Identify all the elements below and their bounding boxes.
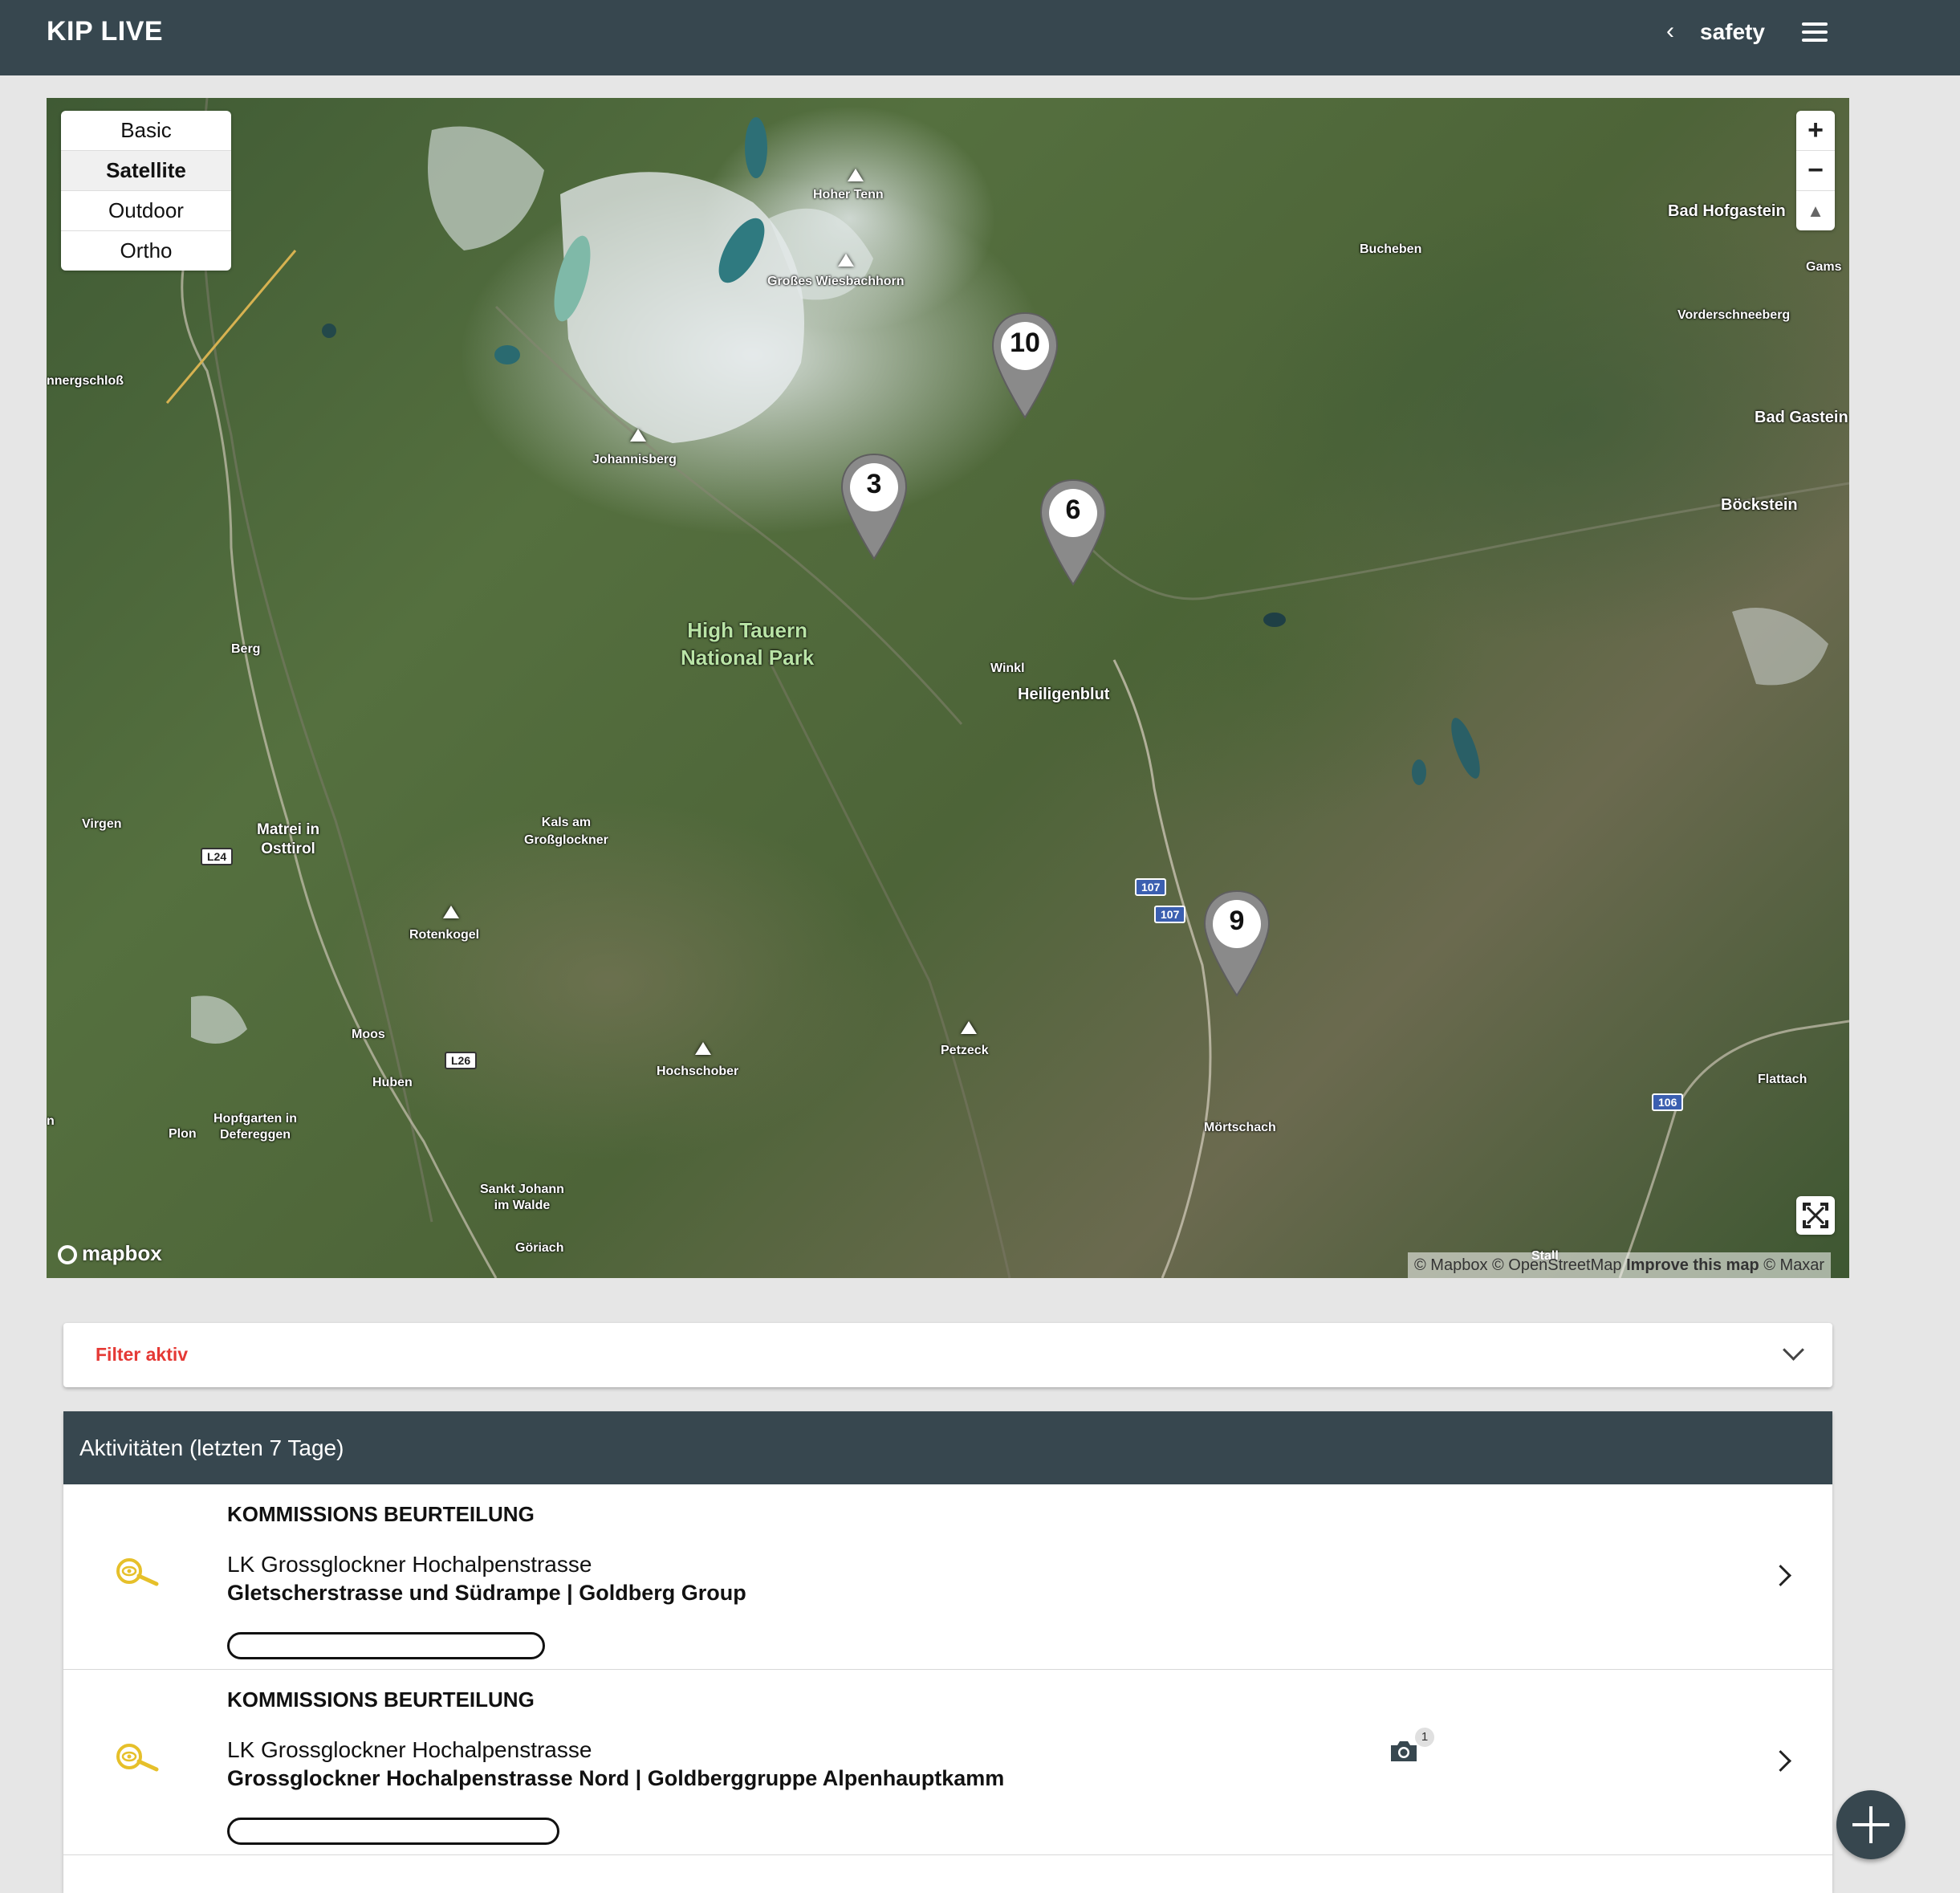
style-option-ortho[interactable]: Ortho [61,231,231,271]
activity-list-item[interactable]: KOMMISSIONS BEURTEILUNG LK Grossglockner… [63,1670,1832,1855]
national-park-label: High Tauern National Park [681,618,815,670]
improve-map-link[interactable]: Improve this map [1626,1256,1759,1274]
zoom-out-button[interactable]: − [1796,151,1835,191]
place-label: Bucheben [1360,242,1422,256]
chevron-right-icon[interactable] [1770,1750,1791,1772]
peak-icon [443,906,459,918]
top-app-bar: KIP LIVE ‹ safety [0,0,1960,75]
chevron-right-icon[interactable] [1770,1565,1791,1586]
place-label: Heiligenblut [1018,686,1110,703]
place-label: Bad Gastein [1755,409,1848,426]
style-option-basic[interactable]: Basic [61,111,231,151]
place-label: Plon [169,1127,197,1141]
cluster-marker[interactable]: 10 [990,311,1059,419]
map-attribution: © Mapbox © OpenStreetMap Improve this ma… [1408,1252,1832,1278]
road-shield: 107 [1154,906,1186,923]
map-view[interactable]: Basic Satellite Outdoor Ortho + − ▲ Hohe… [47,98,1849,1278]
place-label: Gams [1806,260,1842,274]
activity-list-item[interactable]: KOMMISSIONS BEURTEILUNG LK Grossglockner… [63,1484,1832,1670]
place-label: Böckstein [1721,496,1798,514]
filter-panel[interactable]: Filter aktiv [63,1323,1832,1387]
attribution-mapbox[interactable]: © Mapbox [1414,1256,1487,1274]
road-shield: L26 [445,1052,478,1069]
peak-icon [630,429,646,442]
activity-status-pill [227,1632,545,1659]
app-title: KIP LIVE [47,16,164,47]
chevron-left-icon[interactable]: ‹ [1666,18,1674,45]
place-label: Flattach [1758,1073,1808,1086]
fullscreen-icon [1803,1203,1828,1228]
camera-icon [1391,1741,1417,1761]
place-label: Rotenkogel [409,928,480,942]
style-option-outdoor[interactable]: Outdoor [61,191,231,231]
place-label: Petzeck [941,1044,989,1057]
activity-type: KOMMISSIONS BEURTEILUNG [227,1687,535,1712]
place-label: Moos [352,1028,385,1041]
road-shield: 107 [1135,878,1167,896]
place-label: nnergschloß [47,374,124,388]
fullscreen-button[interactable] [1796,1196,1835,1235]
place-label: Hopfgarten in Defereggen [213,1112,297,1142]
peak-icon [838,254,854,267]
cluster-marker[interactable]: 6 [1039,478,1108,586]
cluster-marker[interactable]: 9 [1202,890,1271,997]
activities-title: Aktivitäten (letzten 7 Tage) [63,1411,1832,1484]
place-label: Virgen [82,817,122,831]
peak-icon [695,1042,711,1055]
activity-status-pill [227,1818,559,1845]
activity-location: LK Grossglockner Hochalpenstrasse [227,1737,592,1762]
place-label: Berg [231,642,261,656]
add-activity-button[interactable] [1836,1790,1905,1859]
peak-icon [961,1021,977,1034]
place-label: Vorderschneeberg [1677,308,1791,322]
place-label: Mörtschach [1204,1121,1276,1134]
map-style-switcher: Basic Satellite Outdoor Ortho [61,111,231,271]
cluster-marker[interactable]: 3 [840,453,909,560]
section-switcher[interactable]: safety [1700,19,1765,45]
road-shield: L24 [201,848,234,865]
place-label: Winkl [990,662,1025,675]
cluster-count: 6 [1065,495,1081,525]
hamburger-menu-icon[interactable] [1802,22,1828,42]
road-shield: 106 [1652,1093,1684,1111]
zoom-in-button[interactable]: + [1796,111,1835,151]
cluster-count: 10 [1010,328,1040,358]
mapbox-logo[interactable]: mapbox [58,1241,162,1266]
compass-icon[interactable]: ▲ [1796,191,1835,230]
place-label: Sankt Johann im Walde [480,1183,564,1212]
peak-icon [848,169,864,181]
activity-region: Gletscherstrasse und Südrampe | Goldberg… [227,1581,746,1605]
activity-location: LK Grossglockner Hochalpenstrasse [227,1552,592,1577]
magnifier-eye-icon [116,1744,159,1772]
zoom-controls: + − ▲ [1796,111,1835,230]
filter-status: Filter aktiv [96,1344,189,1365]
place-label: Matrei in Osttirol [257,821,320,857]
place-label: n [47,1114,55,1128]
place-label: Großes Wiesbachhorn [767,275,905,288]
attribution-osm[interactable]: © OpenStreetMap [1492,1256,1621,1274]
place-label: Bad Hofgastein [1668,202,1786,220]
chevron-down-icon[interactable] [1783,1339,1804,1361]
style-option-satellite[interactable]: Satellite [61,151,231,191]
place-label: Hochschober [657,1065,739,1078]
place-label: Hoher Tenn [813,188,884,202]
photo-count-badge: 1 [1415,1728,1434,1747]
place-label: Johannisberg [592,453,677,466]
activity-type: KOMMISSIONS BEURTEILUNG [227,1502,535,1526]
place-label: Göriach [515,1241,564,1255]
activities-panel: Aktivitäten (letzten 7 Tage) KOMMISSIONS… [63,1411,1832,1893]
magnifier-eye-icon [116,1558,159,1586]
place-label: Kals am Großglockner [524,816,608,847]
place-label: Huben [372,1076,413,1089]
activity-region: Grossglockner Hochalpenstrasse Nord | Go… [227,1766,1005,1790]
attribution-maxar[interactable]: © Maxar [1763,1256,1824,1274]
satellite-terrain [165,98,1849,1278]
cluster-count: 9 [1229,906,1245,936]
cluster-count: 3 [866,469,882,499]
